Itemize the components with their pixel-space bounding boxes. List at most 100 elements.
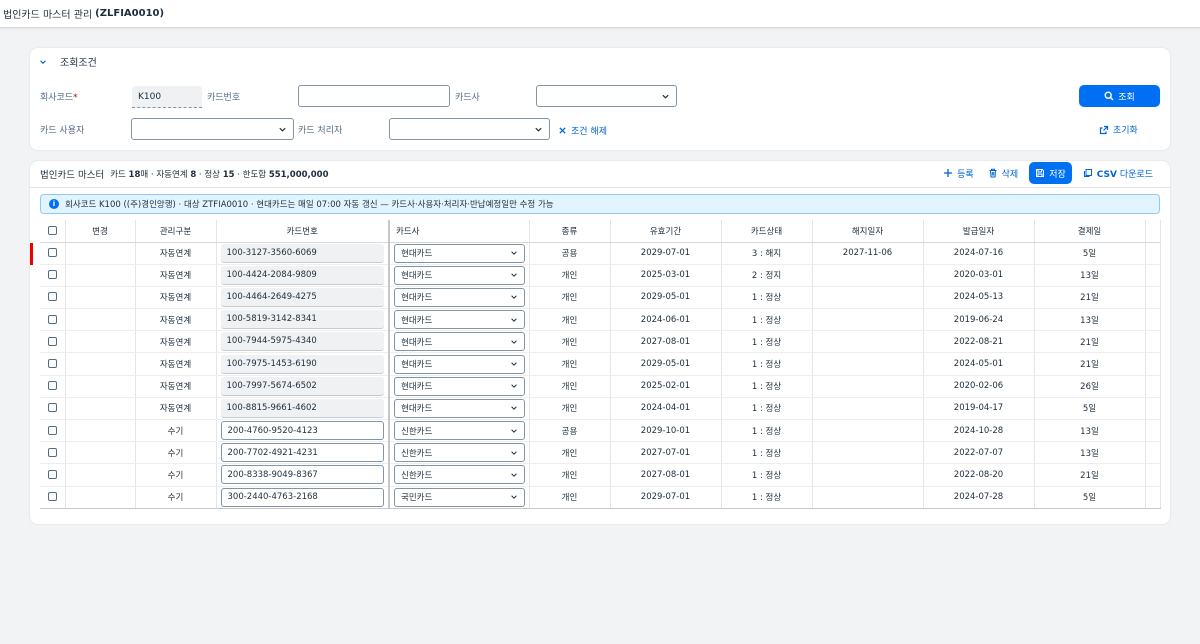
card-company-select[interactable]: 신한카드	[394, 465, 525, 485]
table-row[interactable]: 수기 200-7702-4921-4231 신한카드 개인 2027-07-01 1 : …	[40, 441, 1161, 465]
table-row[interactable]: 수기 300-2440-4763-2168 국민카드 개인 2029-07-01 1 : …	[40, 486, 1161, 509]
card-number-field[interactable]: 200-4760-9520-4123	[220, 421, 384, 441]
chevron-down-icon[interactable]	[39, 58, 47, 66]
card-number-label: 카드번호	[207, 93, 241, 103]
mgmt-type-cell: 자동연계	[135, 352, 217, 376]
card-company-select[interactable]: 현대카드	[394, 243, 525, 263]
row-checkbox[interactable]	[47, 292, 57, 302]
table-row[interactable]: 자동연계 100-4464-2649-4275 현대카드 개인 2029-05-01 1 …	[40, 286, 1161, 310]
row-checkbox[interactable]	[47, 447, 57, 457]
card-company-select[interactable]: 국민카드	[394, 487, 525, 507]
table-toolbar: 법인카드 마스터 카드 18매 · 자동연계 8 · 정상 15 · 한도합 5…	[40, 167, 329, 181]
card-company-select[interactable]: 현대카드	[394, 354, 525, 374]
reset-button[interactable]: 초기화	[1099, 123, 1138, 136]
card-company-cell: 현대카드	[389, 242, 530, 265]
delete-button[interactable]: 삭제	[981, 162, 1026, 184]
card-company-cell: 현대카드	[389, 330, 530, 354]
card-number-field: 100-5819-3142-8341	[220, 310, 384, 330]
card-handler-select[interactable]	[389, 118, 550, 140]
kind-cell: 개인	[529, 330, 611, 354]
payment-day-cell: 13일	[1034, 419, 1146, 443]
table-row[interactable]: 자동연계 100-4424-2084-9809 현대카드 개인 2025-03-01 2 …	[40, 264, 1161, 287]
row-select-cell[interactable]	[40, 486, 66, 509]
table-row[interactable]: 자동연계 100-3127-3560-6069 현대카드 공용 2029-07-01 3 …	[30, 242, 1161, 265]
select-all-checkbox[interactable]	[47, 225, 57, 235]
save-button[interactable]: 저장	[1029, 162, 1072, 184]
card-company-select[interactable]: 신한카드	[394, 443, 525, 463]
card-company-select[interactable]: 신한카드	[394, 421, 525, 441]
table-row[interactable]: 자동연계 100-5819-3142-8341 현대카드 개인 2024-06-01 1 …	[40, 308, 1161, 332]
card-user-label: 카드 사용자	[40, 126, 85, 136]
card-company-select[interactable]: 현대카드	[394, 287, 525, 307]
table-row[interactable]: 수기 200-4760-9520-4123 신한카드 공용 2029-10-01 1 : …	[40, 419, 1161, 443]
select-all-cell[interactable]	[40, 220, 66, 243]
column-header[interactable]: 종류	[529, 220, 611, 243]
column-header[interactable]: 발급일자	[923, 220, 1035, 243]
column-header[interactable]: 카드번호	[216, 220, 390, 243]
column-header[interactable]: 해지일자	[812, 220, 924, 243]
table-row[interactable]: 자동연계 100-7975-1453-6190 현대카드 개인 2029-05-01 1 …	[40, 352, 1161, 376]
card-company-select[interactable]	[536, 85, 677, 107]
card-number-input[interactable]	[298, 85, 450, 107]
row-select-cell[interactable]	[40, 375, 66, 398]
issue-date-cell: 2020-03-01	[923, 264, 1035, 287]
column-header[interactable]: 관리구분	[135, 220, 217, 243]
add-button[interactable]: 등록	[936, 162, 981, 184]
app-code: (ZLFIA0010)	[95, 8, 165, 19]
row-select-cell[interactable]	[40, 463, 66, 487]
row-select-cell[interactable]	[40, 308, 66, 332]
company-code-label: 회사코드*	[40, 93, 78, 103]
card-number-field: 100-3127-3560-6069	[220, 243, 384, 263]
card-number-field[interactable]: 200-7702-4921-4231	[220, 443, 384, 463]
row-select-cell[interactable]	[40, 352, 66, 376]
card-company-select[interactable]: 현대카드	[394, 398, 525, 418]
termination-date-cell	[812, 330, 924, 354]
csv-download-button[interactable]: CSV 다운로드	[1076, 162, 1160, 184]
card-user-select[interactable]	[131, 118, 294, 140]
row-select-cell[interactable]	[40, 264, 66, 287]
row-checkbox[interactable]	[47, 425, 57, 435]
card-company-select[interactable]: 현대카드	[394, 376, 525, 396]
search-button[interactable]: 조회	[1079, 85, 1160, 107]
row-checkbox[interactable]	[47, 492, 57, 502]
row-checkbox[interactable]	[47, 248, 57, 258]
kind-cell: 공용	[529, 419, 611, 443]
table-row[interactable]: 자동연계 100-8815-9661-4602 현대카드 개인 2024-04-01 1 …	[40, 397, 1161, 421]
row-select-cell[interactable]	[40, 330, 66, 354]
row-checkbox[interactable]	[47, 381, 57, 391]
column-header[interactable]: 카드사	[389, 220, 530, 243]
row-select-cell[interactable]	[40, 397, 66, 421]
row-select-cell[interactable]	[40, 419, 66, 443]
clear-conditions-button[interactable]: 조건 해제	[558, 124, 607, 137]
column-header[interactable]: 결제일	[1034, 220, 1146, 243]
row-select-cell[interactable]	[40, 441, 66, 465]
card-company-select[interactable]: 현대카드	[394, 310, 525, 330]
column-header[interactable]: 카드상태	[721, 220, 813, 243]
table-row[interactable]: 자동연계 100-7997-5674-6502 현대카드 개인 2025-02-01 1 …	[40, 375, 1161, 398]
column-header[interactable]: 유효기간	[610, 220, 722, 243]
row-select-cell[interactable]	[40, 286, 66, 310]
row-checkbox[interactable]	[47, 359, 57, 369]
kind-cell: 개인	[529, 308, 611, 332]
table-row[interactable]: 자동연계 100-7944-5975-4340 현대카드 개인 2027-08-01 1 …	[40, 330, 1161, 354]
card-company-select[interactable]: 현대카드	[394, 265, 525, 285]
filter-header[interactable]: 조회조건	[30, 48, 1170, 75]
row-checkbox[interactable]	[47, 270, 57, 280]
column-header[interactable]: 변경	[65, 220, 136, 243]
row-checkbox[interactable]	[47, 314, 57, 324]
card-number-cell: 100-5819-3142-8341	[216, 308, 390, 332]
card-status-cell: 2 : 정지	[721, 264, 813, 287]
table-row[interactable]: 수기 200-8338-9049-8367 신한카드 개인 2027-08-01 1 : …	[40, 463, 1161, 487]
valid-thru-cell: 2027-08-01	[610, 330, 722, 354]
issue-date-cell: 2024-05-13	[923, 286, 1035, 310]
row-select-cell[interactable]	[30, 242, 66, 265]
row-checkbox[interactable]	[47, 336, 57, 346]
card-number-field[interactable]: 200-8338-9049-8367	[220, 465, 384, 485]
chevron-down-icon	[510, 318, 517, 322]
card-status-cell: 1 : 정상	[721, 352, 813, 376]
row-checkbox[interactable]	[47, 469, 57, 479]
card-company-select[interactable]: 현대카드	[394, 332, 525, 352]
row-checkbox[interactable]	[47, 403, 57, 413]
valid-thru-cell: 2025-03-01	[610, 264, 722, 287]
card-number-field[interactable]: 300-2440-4763-2168	[220, 487, 384, 507]
